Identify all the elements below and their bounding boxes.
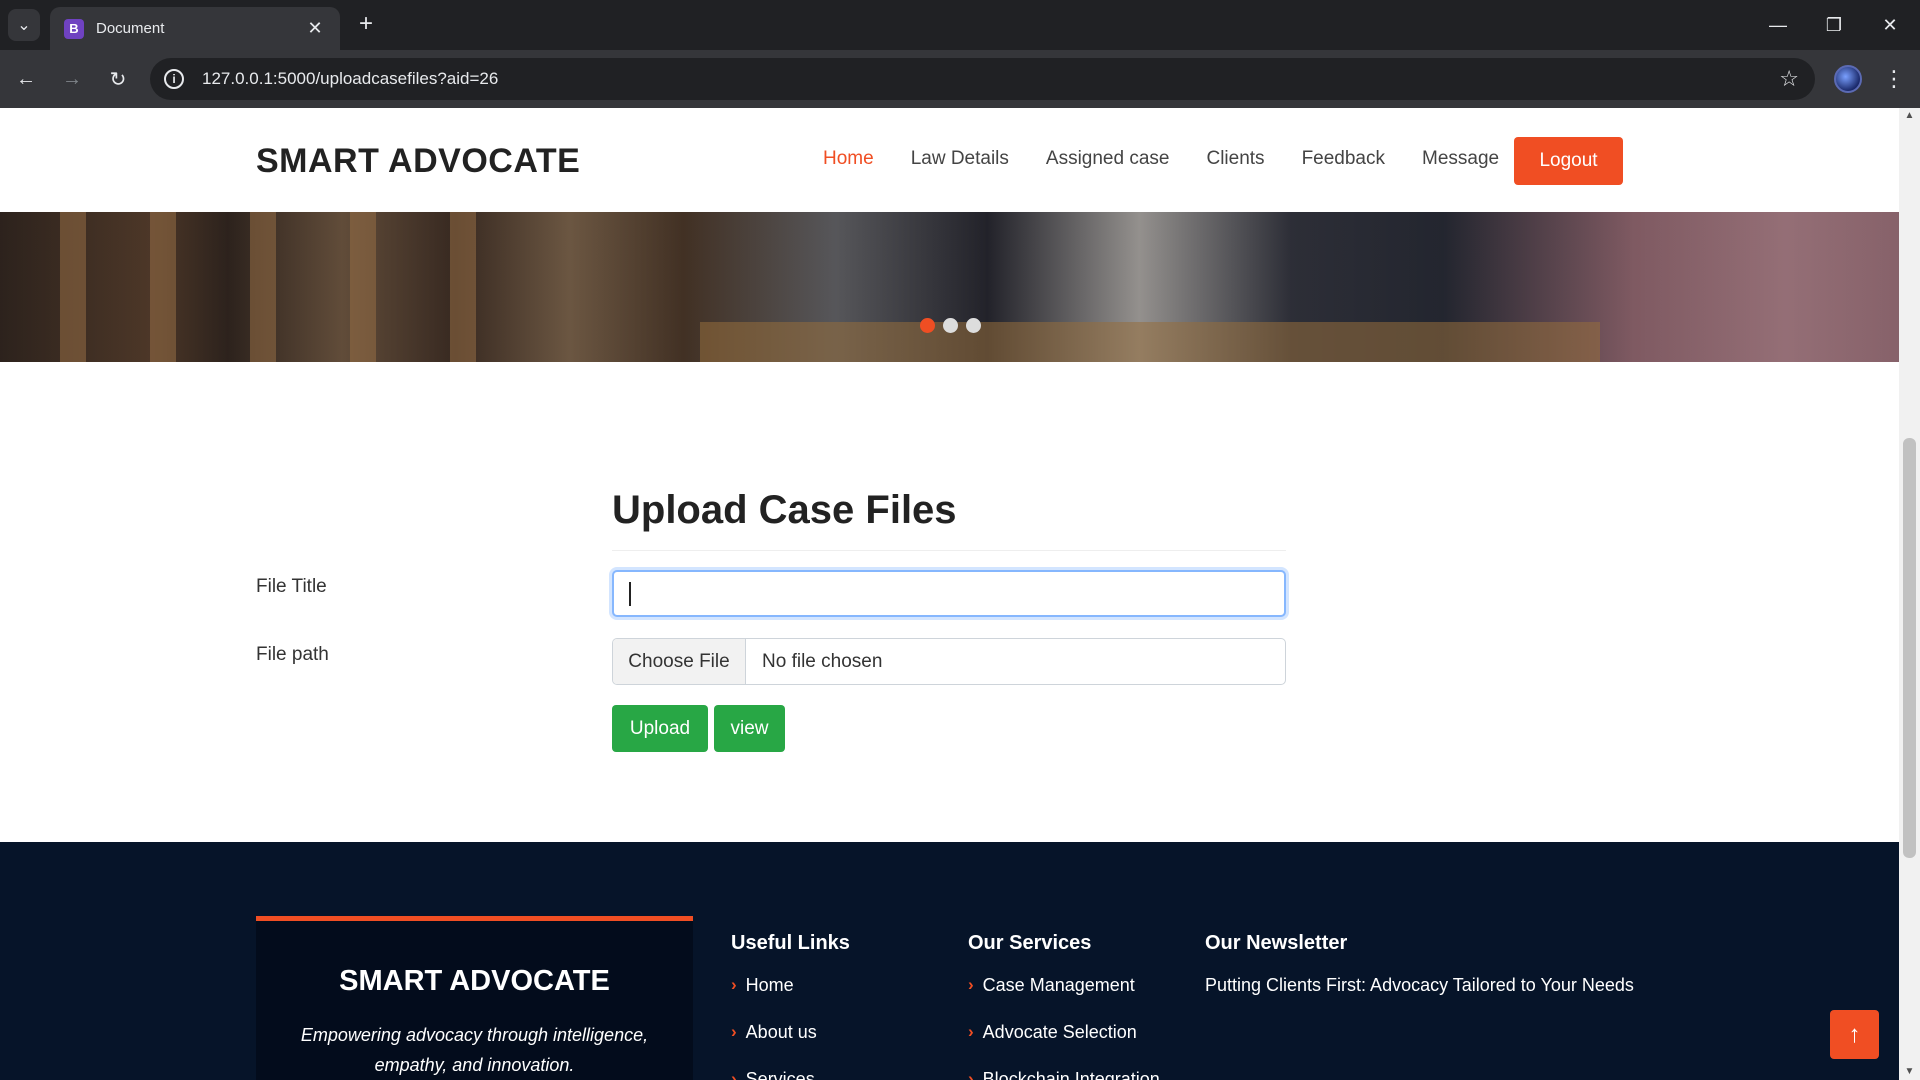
our-services-heading: Our Services xyxy=(968,932,1092,954)
footer-link-advocate-selection[interactable]: › Advocate Selection xyxy=(968,1022,1160,1069)
newsletter-heading: Our Newsletter xyxy=(1205,932,1348,954)
nav-message[interactable]: Message xyxy=(1422,148,1499,170)
main-nav: Home Law Details Assigned case Clients F… xyxy=(823,148,1536,170)
file-status-text: No file chosen xyxy=(762,650,883,672)
window-close-icon[interactable]: ✕ xyxy=(1862,0,1918,50)
site-info-icon[interactable]: i xyxy=(164,69,184,89)
browser-menu-icon[interactable]: ⋮ xyxy=(1880,63,1908,95)
view-button[interactable]: view xyxy=(714,705,785,752)
nav-feedback[interactable]: Feedback xyxy=(1302,148,1385,170)
forward-arrow-icon[interactable]: → xyxy=(56,63,88,95)
scroll-thumb[interactable] xyxy=(1903,438,1916,858)
hero-image-detail xyxy=(250,212,276,362)
footer-link-case-management[interactable]: › Case Management xyxy=(968,975,1160,1022)
carousel-dot-3[interactable] xyxy=(966,318,981,333)
page-scrollbar[interactable]: ▲ ▼ xyxy=(1899,108,1920,1080)
useful-links-heading: Useful Links xyxy=(731,932,850,954)
footer-brand-card: SMART ADVOCATE Empowering advocacy throu… xyxy=(256,916,693,1080)
hero-image-detail xyxy=(700,322,1600,362)
title-divider xyxy=(612,550,1286,551)
hero-image-detail xyxy=(60,212,86,362)
file-title-input[interactable] xyxy=(612,570,1286,617)
file-title-label: File Title xyxy=(256,576,327,597)
newsletter-column: Our Newsletter Putting Clients First: Ad… xyxy=(1205,932,1634,996)
hero-image-detail xyxy=(150,212,176,362)
footer-brand: SMART ADVOCATE xyxy=(339,965,610,997)
page-viewport: SMART ADVOCATE Home Law Details Assigned… xyxy=(0,108,1920,1080)
carousel-indicators xyxy=(920,318,981,333)
nav-assigned-case[interactable]: Assigned case xyxy=(1046,148,1170,170)
hero-image-detail xyxy=(450,212,476,362)
text-caret xyxy=(629,582,631,606)
newsletter-text: Putting Clients First: Advocacy Tailored… xyxy=(1205,975,1634,995)
logout-button[interactable]: Logout xyxy=(1514,137,1623,185)
hero-image-detail xyxy=(350,212,376,362)
site-footer: SMART ADVOCATE Empowering advocacy throu… xyxy=(0,842,1899,1080)
chevron-right-icon: › xyxy=(731,975,737,994)
footer-tagline: Empowering advocacy through intelligence… xyxy=(300,1025,649,1075)
chevron-right-icon: › xyxy=(968,975,974,994)
upload-button[interactable]: Upload xyxy=(612,705,708,752)
footer-link-services[interactable]: › Services xyxy=(731,1069,850,1080)
footer-link-blockchain[interactable]: › Blockchain Integration xyxy=(968,1069,1160,1080)
site-brand[interactable]: SMART ADVOCATE xyxy=(256,142,580,181)
restore-icon[interactable]: ❐ xyxy=(1806,0,1862,50)
choose-file-button[interactable]: Choose File xyxy=(613,639,746,684)
chevron-right-icon: › xyxy=(731,1022,737,1041)
carousel-dot-2[interactable] xyxy=(943,318,958,333)
site-header: SMART ADVOCATE Home Law Details Assigned… xyxy=(0,108,1899,212)
file-path-label: File path xyxy=(256,644,329,665)
browser-tab[interactable]: B Document ✕ xyxy=(50,7,340,50)
carousel-dot-1[interactable] xyxy=(920,318,935,333)
address-bar[interactable]: i 127.0.0.1:5000/uploadcasefiles?aid=26 … xyxy=(150,58,1815,100)
reload-icon[interactable]: ↻ xyxy=(102,63,134,95)
back-to-top-arrow-icon[interactable]: ↑ xyxy=(1830,1010,1879,1059)
chevron-right-icon: › xyxy=(968,1022,974,1041)
tab-search-chevron-icon[interactable]: ⌄ xyxy=(8,9,40,41)
page-title: Upload Case Files xyxy=(612,488,957,532)
footer-link-home[interactable]: › Home xyxy=(731,975,850,1022)
hero-carousel xyxy=(0,212,1899,362)
favicon-icon: B xyxy=(64,18,84,39)
new-tab-plus-icon[interactable]: + xyxy=(352,11,380,39)
useful-links-column: Useful Links › Home › About us › Services xyxy=(731,932,850,1080)
scroll-down-icon[interactable]: ▼ xyxy=(1899,1064,1920,1080)
url-text[interactable]: 127.0.0.1:5000/uploadcasefiles?aid=26 xyxy=(202,69,498,89)
nav-home[interactable]: Home xyxy=(823,148,874,170)
tab-title: Document xyxy=(96,20,165,37)
footer-link-about[interactable]: › About us xyxy=(731,1022,850,1069)
bookmark-star-icon[interactable]: ☆ xyxy=(1779,66,1799,92)
minimize-icon[interactable]: — xyxy=(1750,0,1806,50)
our-services-column: Our Services › Case Management › Advocate … xyxy=(968,932,1160,1080)
scroll-up-icon[interactable]: ▲ xyxy=(1899,108,1920,124)
nav-clients[interactable]: Clients xyxy=(1206,148,1264,170)
profile-avatar-icon[interactable] xyxy=(1834,65,1862,93)
tab-close-icon[interactable]: ✕ xyxy=(304,18,326,39)
back-arrow-icon[interactable]: ← xyxy=(10,63,42,95)
nav-law-details[interactable]: Law Details xyxy=(911,148,1009,170)
browser-tabstrip: ⌄ B Document ✕ + — ❐ ✕ xyxy=(0,0,1920,50)
chevron-right-icon: › xyxy=(731,1069,737,1080)
browser-toolbar: ← → ↻ i 127.0.0.1:5000/uploadcasefiles?a… xyxy=(0,50,1920,108)
chevron-right-icon: › xyxy=(968,1069,974,1080)
file-path-input[interactable]: Choose File No file chosen xyxy=(612,638,1286,685)
